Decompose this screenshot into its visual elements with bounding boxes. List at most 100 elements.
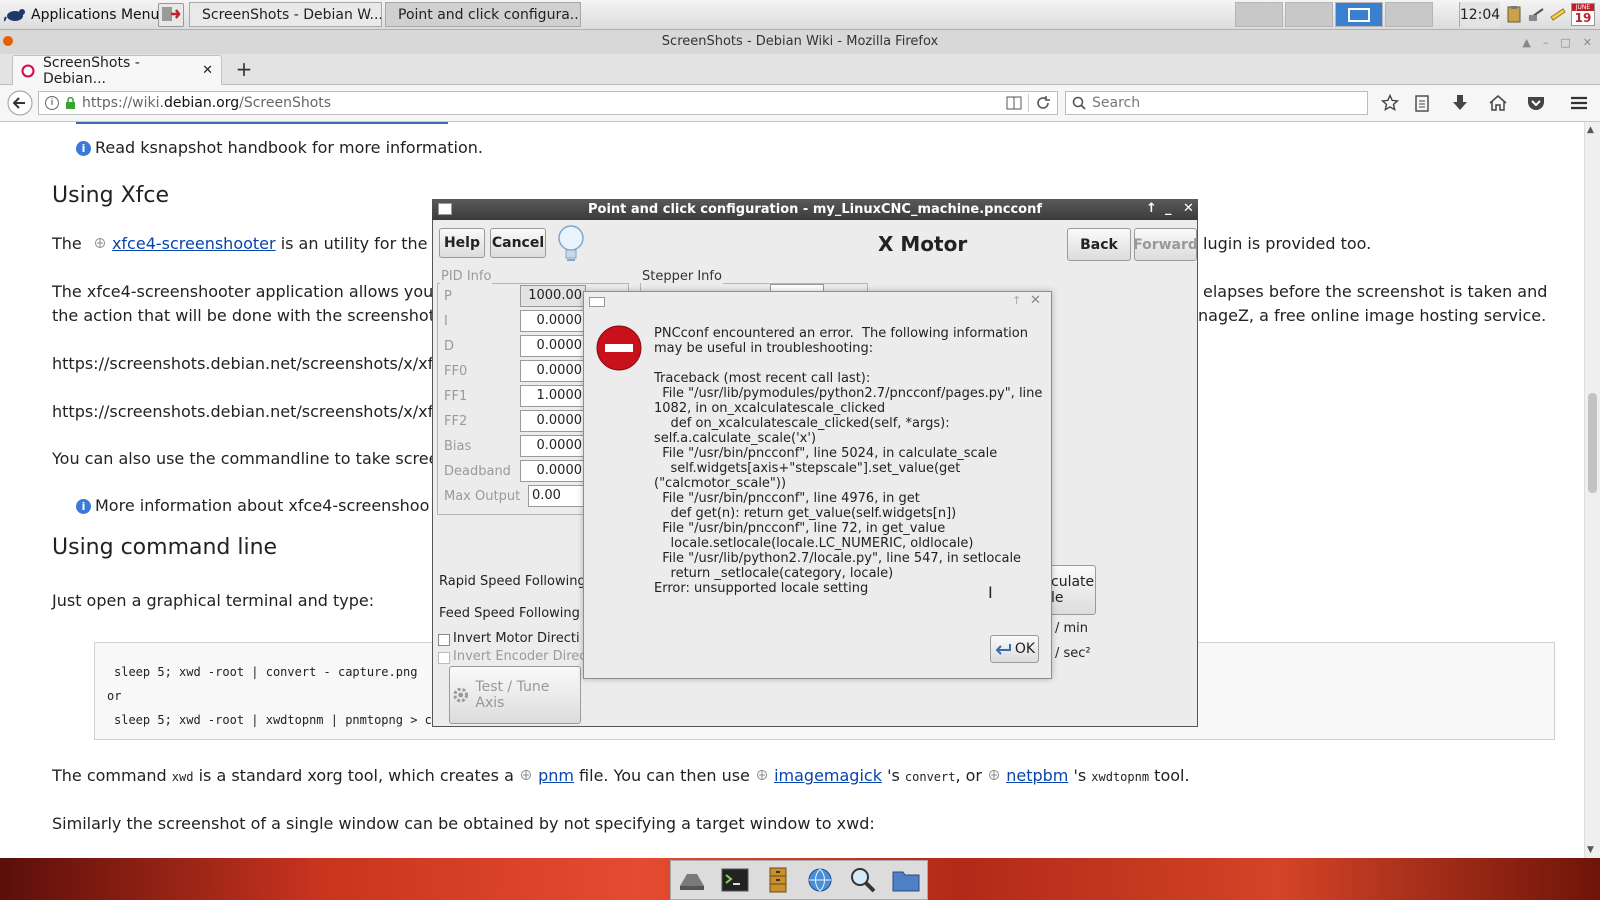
window-maximize-icon[interactable]: □: [1560, 36, 1570, 49]
tab-close-icon[interactable]: ✕: [202, 63, 213, 78]
pnm-link[interactable]: pnm: [538, 766, 574, 785]
web-browser-icon[interactable]: [805, 866, 835, 894]
downloads-button[interactable]: [1448, 91, 1472, 115]
notes-icon[interactable]: [1549, 5, 1567, 23]
workspace-window-preview: [1348, 8, 1370, 22]
folder-icon[interactable]: [891, 866, 921, 894]
window-minimize-icon[interactable]: –: [1543, 36, 1549, 49]
dialog-menu-icon[interactable]: [589, 297, 605, 307]
workspace-2[interactable]: [1285, 2, 1333, 27]
external-link-icon: [94, 238, 105, 248]
pid-ff0-label: FF0: [444, 364, 468, 379]
star-icon: [1381, 94, 1399, 112]
hamburger-menu-button[interactable]: [1567, 91, 1591, 115]
clipboard-icon[interactable]: [1505, 5, 1523, 23]
dialog-close-icon[interactable]: ✕: [1030, 293, 1041, 308]
info-icon[interactable]: i: [45, 96, 59, 110]
terminal-icon[interactable]: [720, 866, 750, 894]
pncconf-window-menu-icon[interactable]: [438, 203, 452, 215]
invert-motor-checkbox[interactable]: [438, 634, 450, 646]
bookmark-star-button[interactable]: [1378, 91, 1402, 115]
cancel-button[interactable]: Cancel: [490, 228, 546, 258]
pid-p-input[interactable]: 1000.00: [520, 285, 586, 307]
dialog-shade-icon[interactable]: ↑: [1012, 294, 1021, 307]
search-magnifier-icon[interactable]: [848, 866, 878, 894]
help-button[interactable]: Help: [439, 228, 485, 258]
workspace-1[interactable]: [1235, 2, 1283, 27]
dock: [670, 860, 928, 900]
pocket-button[interactable]: [1524, 91, 1548, 115]
window-controls: ▲ – □ ✕: [1522, 30, 1592, 54]
home-icon: [1489, 95, 1507, 111]
pid-deadband-input[interactable]: 0.0000: [520, 460, 586, 482]
pid-bias-input[interactable]: 0.0000: [520, 435, 586, 457]
xfce-paragraph-2-line-2: the action that will be done with the sc…: [52, 306, 435, 325]
pid-i-input[interactable]: 0.0000: [520, 310, 586, 332]
search-bar[interactable]: Search: [1065, 91, 1368, 115]
task-pncconf[interactable]: Point and click configura...: [385, 2, 581, 27]
ok-button[interactable]: OK: [990, 635, 1039, 663]
calculate-scale-button[interactable]: culate le: [1046, 565, 1096, 615]
log-out-launcher[interactable]: [158, 3, 184, 27]
window-close-icon[interactable]: ✕: [1183, 201, 1194, 216]
reload-icon[interactable]: [1035, 95, 1051, 111]
heading-using-command-line: Using command line: [52, 535, 278, 560]
scroll-up-icon[interactable]: ▲: [1587, 125, 1594, 135]
code-line: sleep 5; xwd -root | convert - capture.p…: [114, 665, 418, 679]
pid-ff0-input[interactable]: 0.0000: [520, 360, 586, 382]
calendar-day: 19: [1574, 11, 1592, 25]
task-firefox[interactable]: ScreenShots - Debian W...: [189, 2, 382, 27]
max-output-input[interactable]: 0.00: [528, 485, 586, 507]
back-button[interactable]: Back: [1067, 228, 1131, 261]
pid-ff1-label: FF1: [444, 389, 468, 404]
pid-info-label: PID Info: [440, 269, 493, 284]
network-icon[interactable]: [1527, 5, 1545, 23]
scroll-thumb[interactable]: [1588, 393, 1597, 493]
workspace-4[interactable]: [1385, 2, 1433, 27]
applications-menu[interactable]: Applications Menu: [4, 2, 159, 27]
scroll-down-icon[interactable]: ▼: [1587, 845, 1594, 855]
new-tab-button[interactable]: +: [232, 56, 256, 82]
url-bar[interactable]: i https://wiki.debian.org/ScreenShots: [38, 91, 1058, 115]
bookmarks-menu-button[interactable]: [1410, 91, 1434, 115]
unit-per-sec-squared-label: / sec²: [1055, 646, 1091, 661]
show-desktop-icon[interactable]: [677, 866, 707, 894]
back-button[interactable]: [6, 89, 34, 117]
reader-view-icon[interactable]: [1006, 96, 1022, 110]
home-button[interactable]: [1486, 91, 1510, 115]
calculate-scale-label-2: le: [1051, 590, 1064, 606]
clock[interactable]: 12:04: [1459, 2, 1500, 27]
pid-ff2-input[interactable]: 0.0000: [520, 410, 586, 432]
xfce4-screenshooter-link[interactable]: xfce4-screenshooter: [112, 234, 276, 253]
url-separator: [1028, 94, 1029, 112]
error-message: PNCconf encountered an error. The follow…: [654, 326, 1043, 596]
download-arrow-icon: [1453, 95, 1467, 110]
file-cabinet-icon[interactable]: [763, 866, 793, 894]
test-tune-axis-button[interactable]: Test / Tune Axis: [449, 666, 581, 724]
calendar-widget[interactable]: JUNE 19: [1571, 3, 1595, 26]
commandline-paragraph: You can also use the commandline to take…: [52, 449, 439, 468]
screenshot-url-2: https://screenshots.debian.net/screensho…: [52, 402, 442, 421]
tab-label: ScreenShots - Debian...: [43, 54, 140, 87]
search-placeholder: Search: [1092, 95, 1141, 111]
pid-ff1-input[interactable]: 1.0000: [520, 385, 586, 407]
window-close-icon[interactable]: ✕: [1583, 36, 1592, 49]
imagemagick-link[interactable]: imagemagick: [774, 766, 882, 785]
lightbulb-icon[interactable]: [556, 223, 586, 265]
window-up-icon[interactable]: ▲: [1522, 36, 1530, 49]
calculate-scale-label-1: culate: [1051, 574, 1095, 590]
window-minimize-icon[interactable]: _: [1165, 201, 1172, 216]
search-icon: [1072, 96, 1086, 110]
netpbm-link[interactable]: netpbm: [1006, 766, 1068, 785]
unit-per-min-label: / min: [1055, 621, 1089, 636]
invert-encoder-checkbox[interactable]: [438, 652, 450, 664]
pid-d-input[interactable]: 0.0000: [520, 335, 586, 357]
workspace-3[interactable]: [1335, 2, 1383, 27]
window-shade-icon[interactable]: ↑: [1146, 201, 1157, 216]
code-line: sleep 5; xwd -root | xwdtopnm | pnmtopng…: [114, 713, 440, 727]
task-pncconf-label: Point and click configura...: [398, 6, 581, 23]
forward-button[interactable]: Forward: [1133, 228, 1198, 261]
more-info: i More information about xfce4-screenshoo: [76, 496, 429, 515]
tab-screenshots[interactable]: ScreenShots - Debian... ✕: [12, 54, 222, 87]
pncconf-title-bar[interactable]: Point and click configuration - my_Linux…: [432, 199, 1198, 220]
